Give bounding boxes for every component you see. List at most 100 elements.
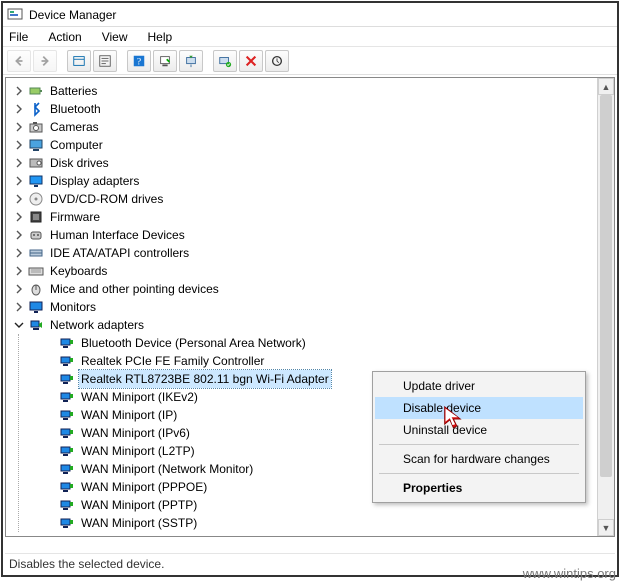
chevron-right-icon[interactable] xyxy=(12,228,26,242)
tree-category[interactable]: Keyboards xyxy=(8,262,614,280)
context-menu-item[interactable]: Scan for hardware changes xyxy=(375,448,583,470)
tree-device-label: WAN Miniport (IPv6) xyxy=(79,424,192,442)
battery-icon xyxy=(28,83,44,99)
properties-icon[interactable] xyxy=(93,50,117,72)
app-icon xyxy=(7,7,23,23)
scan-hardware-icon[interactable] xyxy=(153,50,177,72)
tree-category[interactable]: Cameras xyxy=(8,118,614,136)
tree-category-label: Batteries xyxy=(48,82,99,100)
adapter-icon xyxy=(59,335,75,351)
tree-category[interactable]: Network adapters xyxy=(8,316,614,334)
tree-category-label: Network adapters xyxy=(48,316,146,334)
chevron-right-icon[interactable] xyxy=(12,282,26,296)
scroll-thumb[interactable] xyxy=(600,95,612,477)
scroll-up-icon[interactable]: ▲ xyxy=(598,78,614,95)
tree-category[interactable]: DVD/CD-ROM drives xyxy=(8,190,614,208)
network-icon xyxy=(28,317,44,333)
tree-device-label: WAN Miniport (IKEv2) xyxy=(79,388,200,406)
menu-file[interactable]: File xyxy=(5,28,38,46)
tree-category-label: Computer xyxy=(48,136,105,154)
bluetooth-icon xyxy=(28,101,44,117)
disk-icon xyxy=(28,155,44,171)
tree-category-label: Mice and other pointing devices xyxy=(48,280,221,298)
tree-category-label: DVD/CD-ROM drives xyxy=(48,190,165,208)
tree-category-label: Firmware xyxy=(48,208,102,226)
help-icon[interactable]: ? xyxy=(127,50,151,72)
chevron-right-icon[interactable] xyxy=(12,138,26,152)
tree-category[interactable]: Monitors xyxy=(8,298,614,316)
tree-device-label: Bluetooth Device (Personal Area Network) xyxy=(79,334,308,352)
chevron-right-icon[interactable] xyxy=(12,210,26,224)
back-icon[interactable] xyxy=(7,50,31,72)
chevron-right-icon[interactable] xyxy=(12,192,26,206)
tree-device[interactable]: Bluetooth Device (Personal Area Network) xyxy=(39,334,614,352)
uninstall-device-icon[interactable] xyxy=(265,50,289,72)
tree-device-label: Realtek PCIe FE Family Controller xyxy=(79,352,266,370)
menu-help[interactable]: Help xyxy=(138,28,183,46)
chevron-right-icon[interactable] xyxy=(12,102,26,116)
adapter-icon xyxy=(59,497,75,513)
disable-device-icon[interactable] xyxy=(239,50,263,72)
firmware-icon xyxy=(28,209,44,225)
chevron-right-icon[interactable] xyxy=(12,264,26,278)
chevron-right-icon[interactable] xyxy=(12,300,26,314)
tree-device-label: Realtek RTL8723BE 802.11 bgn Wi-Fi Adapt… xyxy=(79,370,331,388)
tree-category[interactable]: Display adapters xyxy=(8,172,614,190)
chevron-right-icon[interactable] xyxy=(12,174,26,188)
chevron-right-icon[interactable] xyxy=(12,156,26,170)
tree-category[interactable]: Batteries xyxy=(8,82,614,100)
adapter-icon xyxy=(59,407,75,423)
context-menu-item[interactable]: Disable device xyxy=(375,397,583,419)
menu-action[interactable]: Action xyxy=(38,28,91,46)
tree-category-label: Display adapters xyxy=(48,172,141,190)
tree-category[interactable]: Computer xyxy=(8,136,614,154)
tree-device-label: WAN Miniport (PPPOE) xyxy=(79,478,209,496)
adapter-icon xyxy=(59,353,75,369)
titlebar: Device Manager xyxy=(3,3,617,27)
adapter-icon xyxy=(59,515,75,531)
context-menu[interactable]: Update driverDisable deviceUninstall dev… xyxy=(372,371,586,503)
camera-icon xyxy=(28,119,44,135)
forward-icon[interactable] xyxy=(33,50,57,72)
adapter-icon xyxy=(59,479,75,495)
chevron-down-icon[interactable] xyxy=(12,318,26,332)
tree-category-label: Monitors xyxy=(48,298,98,316)
chevron-right-icon[interactable] xyxy=(12,84,26,98)
vertical-scrollbar[interactable]: ▲ ▼ xyxy=(597,78,614,536)
tree-category-label: Keyboards xyxy=(48,262,109,280)
chevron-right-icon[interactable] xyxy=(12,246,26,260)
adapter-icon xyxy=(59,425,75,441)
context-menu-item[interactable]: Uninstall device xyxy=(375,419,583,441)
computer-icon xyxy=(28,137,44,153)
scroll-track[interactable] xyxy=(598,95,614,519)
window-title: Device Manager xyxy=(29,8,116,22)
adapter-icon xyxy=(59,461,75,477)
tree-category[interactable]: Mice and other pointing devices xyxy=(8,280,614,298)
scroll-down-icon[interactable]: ▼ xyxy=(598,519,614,536)
tree-device-label: WAN Miniport (IP) xyxy=(79,406,179,424)
tree-category[interactable]: IDE ATA/ATAPI controllers xyxy=(8,244,614,262)
context-menu-item[interactable]: Update driver xyxy=(375,375,583,397)
keyboard-icon xyxy=(28,263,44,279)
show-hidden-icon[interactable] xyxy=(67,50,91,72)
tree-category[interactable]: Bluetooth xyxy=(8,100,614,118)
statusbar-text: Disables the selected device. xyxy=(9,557,164,571)
menu-view[interactable]: View xyxy=(92,28,138,46)
tree-device[interactable]: Realtek PCIe FE Family Controller xyxy=(39,352,614,370)
chevron-right-icon[interactable] xyxy=(12,120,26,134)
toolbar: ? xyxy=(3,47,617,75)
context-menu-item[interactable]: Properties xyxy=(375,477,583,499)
tree-device-label: WAN Miniport (SSTP) xyxy=(79,514,199,532)
tree-category[interactable]: Firmware xyxy=(8,208,614,226)
tree-category-label: Bluetooth xyxy=(48,100,103,118)
monitor-icon xyxy=(28,299,44,315)
tree-category[interactable]: Human Interface Devices xyxy=(8,226,614,244)
svg-text:?: ? xyxy=(137,56,141,67)
adapter-icon xyxy=(59,371,75,387)
tree-device-label: WAN Miniport (L2TP) xyxy=(79,442,197,460)
mouse-icon xyxy=(28,281,44,297)
enable-device-icon[interactable] xyxy=(213,50,237,72)
update-driver-icon[interactable] xyxy=(179,50,203,72)
tree-category[interactable]: Disk drives xyxy=(8,154,614,172)
tree-device[interactable]: WAN Miniport (SSTP) xyxy=(39,514,614,532)
